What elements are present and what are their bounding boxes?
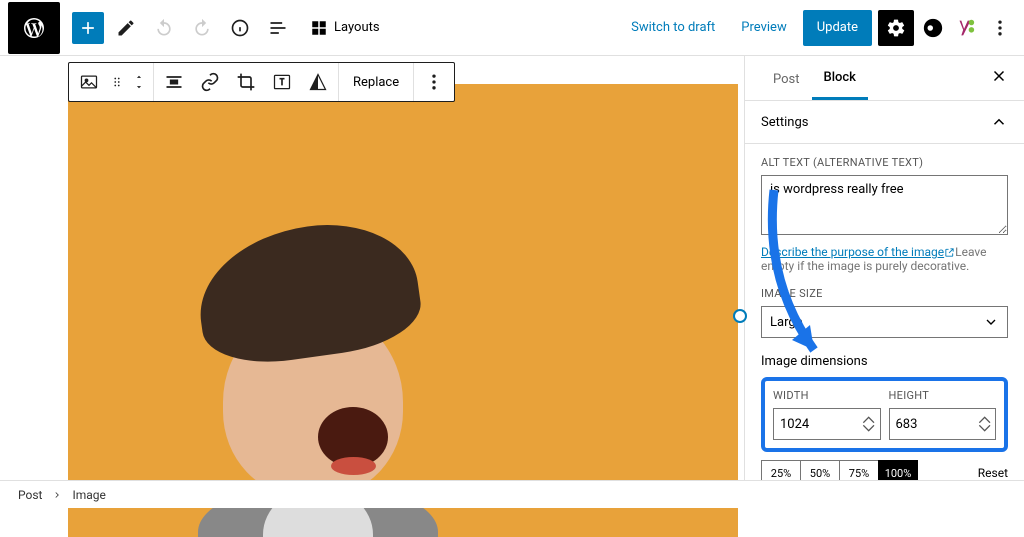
width-stepper[interactable] <box>862 416 875 432</box>
info-button[interactable] <box>224 12 256 44</box>
image-block[interactable] <box>68 84 738 537</box>
scale-75-button[interactable]: 75% <box>839 460 879 480</box>
duotone-button[interactable] <box>300 63 336 101</box>
width-input[interactable] <box>780 417 874 432</box>
scale-100-button[interactable]: 100% <box>878 460 918 480</box>
tab-block[interactable]: Block <box>812 56 868 100</box>
link-button[interactable] <box>192 63 228 101</box>
image-dimensions-label: Image dimensions <box>761 354 1008 369</box>
image-size-value: Large <box>770 315 803 330</box>
alt-text-label: ALT TEXT (ALTERNATIVE TEXT) <box>761 156 1008 169</box>
resize-handle[interactable] <box>733 309 747 323</box>
alt-text-input[interactable] <box>761 175 1008 235</box>
undo-button[interactable] <box>148 12 180 44</box>
chevron-right-icon <box>52 490 62 500</box>
editor-canvas[interactable]: Replace <box>0 56 744 480</box>
layouts-button[interactable]: Layouts <box>300 12 390 44</box>
image-block-icon[interactable] <box>71 63 107 101</box>
block-toolbar: Replace <box>68 62 455 102</box>
chevron-down-icon <box>983 314 999 330</box>
add-block-button[interactable] <box>72 12 104 44</box>
height-stepper[interactable] <box>978 416 991 432</box>
plugin-icon-1[interactable] <box>920 15 946 41</box>
breadcrumb-root[interactable]: Post <box>18 488 42 502</box>
wordpress-logo[interactable] <box>8 2 60 54</box>
width-label: WIDTH <box>773 389 881 402</box>
move-up-down-buttons[interactable] <box>127 63 151 101</box>
height-input[interactable] <box>896 417 990 432</box>
yoast-icon[interactable] <box>952 15 978 41</box>
chevron-up-icon <box>990 113 1008 131</box>
scale-50-button[interactable]: 50% <box>800 460 840 480</box>
update-button[interactable]: Update <box>803 10 872 46</box>
edit-mode-button[interactable] <box>110 12 142 44</box>
text-overlay-button[interactable] <box>264 63 300 101</box>
switch-to-draft-link[interactable]: Switch to draft <box>621 10 725 46</box>
crop-button[interactable] <box>228 63 264 101</box>
preview-link[interactable]: Preview <box>731 10 796 46</box>
settings-label: Settings <box>761 115 808 130</box>
image-size-label: IMAGE SIZE <box>761 287 1008 300</box>
settings-gear-button[interactable] <box>878 10 914 46</box>
outline-button[interactable] <box>262 12 294 44</box>
align-button[interactable] <box>156 63 192 101</box>
replace-button[interactable]: Replace <box>341 63 411 101</box>
image-size-select[interactable]: Large <box>761 306 1008 338</box>
alt-text-help-link[interactable]: Describe the purpose of the image <box>761 245 944 259</box>
redo-button[interactable] <box>186 12 218 44</box>
reset-dimensions-button[interactable]: Reset <box>978 466 1008 480</box>
image-dimensions-panel: WIDTH HEIGHT <box>761 377 1008 452</box>
close-sidebar-button[interactable] <box>990 67 1008 89</box>
tab-post[interactable]: Post <box>761 58 812 99</box>
scale-25-button[interactable]: 25% <box>761 460 801 480</box>
settings-panel-toggle[interactable]: Settings <box>761 113 1008 131</box>
layouts-label: Layouts <box>334 20 380 35</box>
height-label: HEIGHT <box>889 389 997 402</box>
block-more-options-button[interactable] <box>416 63 452 101</box>
drag-handle-icon[interactable] <box>107 63 127 101</box>
settings-sidebar: Post Block Settings ALT TEXT (ALTERNATIV… <box>744 56 1024 480</box>
top-toolbar: Layouts Switch to draft Preview Update <box>0 0 1024 56</box>
breadcrumb: Post Image <box>0 480 1024 508</box>
alt-text-help: Describe the purpose of the imageLeave e… <box>761 245 1008 273</box>
breadcrumb-current[interactable]: Image <box>72 488 105 502</box>
more-options-button[interactable] <box>984 12 1016 44</box>
